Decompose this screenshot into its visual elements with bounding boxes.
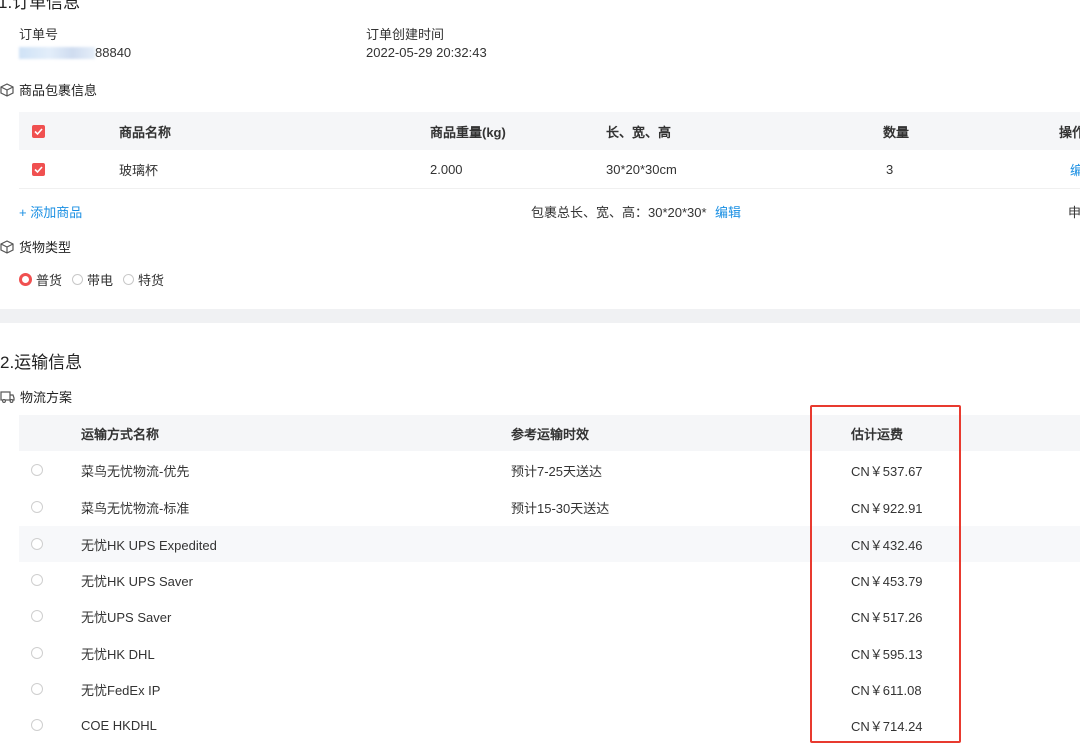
method-name: COE HKDHL	[81, 717, 157, 733]
product-table-header: 商品名称 商品重量(kg) 长、宽、高 数量 操作	[19, 112, 1080, 150]
method-name: 菜鸟无忧物流-标准	[81, 500, 190, 516]
product-qty: 3	[886, 161, 894, 177]
cargo-heading: 货物类型	[0, 237, 71, 256]
section-shipping-title: 2.运输信息	[0, 353, 83, 372]
cargo-option-label: 普货	[36, 273, 63, 288]
package-total-dims: 包裹总长、宽、高：30*20*30*	[531, 205, 707, 220]
product-name: 玻璃杯	[119, 162, 159, 178]
radio-icon[interactable]	[31, 610, 43, 622]
col-transit-time: 参考运输时效	[511, 426, 590, 442]
product-weight: 2.000	[430, 161, 463, 177]
radio-icon	[72, 274, 84, 285]
col-product-qty: 数量	[883, 124, 910, 140]
add-product-link[interactable]: + 添加商品	[19, 202, 82, 221]
method-name: 无忧HK UPS Saver	[81, 573, 193, 589]
cargo-option-label: 带电	[87, 273, 114, 288]
product-dims: 30*20*30cm	[606, 161, 677, 177]
product-table: 商品名称 商品重量(kg) 长、宽、高 数量 操作 玻璃杯 2.000 30*2…	[19, 112, 1080, 189]
radio-icon[interactable]	[31, 719, 43, 731]
radio-icon[interactable]	[31, 647, 43, 659]
col-product-weight: 商品重量(kg)	[430, 124, 506, 140]
package-dims-edit-link[interactable]: 编辑	[715, 202, 741, 221]
radio-icon[interactable]	[31, 464, 43, 476]
order-number-value[interactable]: 88840	[19, 45, 131, 60]
logistics-heading: 物流方案	[0, 387, 72, 406]
cargo-option-label: 特货	[138, 273, 165, 288]
method-name: 无忧FedEx IP	[81, 682, 161, 698]
method-name: 无忧HK DHL	[81, 646, 155, 662]
cargo-type-radio-group: 普货 带电 特货	[19, 270, 164, 289]
cargo-option-general[interactable]: 普货	[19, 270, 62, 289]
box-icon	[0, 82, 14, 97]
col-product-action: 操作	[1059, 124, 1080, 140]
order-number-text: 88840	[95, 45, 132, 60]
method-name: 菜鸟无忧物流-优先	[81, 463, 190, 479]
order-created-label: 订单创建时间	[366, 27, 445, 42]
select-all-checkbox[interactable]	[32, 112, 45, 150]
redacted-block	[19, 46, 95, 59]
order-created-value: 2022-05-29 20:32:43	[366, 45, 487, 60]
radio-icon	[123, 274, 135, 285]
method-name: 无忧HK UPS Expedited	[81, 537, 217, 553]
radio-selected-icon	[19, 273, 32, 286]
method-name: 无忧UPS Saver	[81, 609, 172, 625]
declare-link[interactable]: 申	[1068, 202, 1080, 221]
package-heading: 商品包裹信息	[0, 80, 97, 99]
box-icon	[0, 239, 14, 254]
radio-icon[interactable]	[31, 683, 43, 695]
section-order-title: 1.订单信息	[0, 0, 81, 12]
col-product-dims: 长、宽、高	[606, 124, 672, 140]
package-heading-text: 商品包裹信息	[19, 83, 98, 98]
col-method-name: 运输方式名称	[81, 426, 160, 442]
row-checkbox[interactable]	[32, 150, 45, 188]
radio-icon[interactable]	[31, 574, 43, 586]
truck-icon	[0, 390, 15, 404]
transit-time: 预计15-30天送达	[511, 500, 610, 516]
fee-highlight-box	[810, 405, 961, 743]
logistics-heading-text: 物流方案	[20, 390, 73, 405]
col-product-name: 商品名称	[119, 124, 172, 140]
section-divider	[0, 309, 1080, 323]
transit-time: 预计7-25天送达	[511, 463, 603, 479]
product-edit-link[interactable]: 编辑	[1070, 150, 1080, 188]
order-number-label: 订单号	[19, 27, 59, 42]
cargo-option-special[interactable]: 特货	[123, 270, 164, 289]
radio-icon[interactable]	[31, 501, 43, 513]
cargo-heading-text: 货物类型	[19, 240, 72, 255]
table-row: 玻璃杯 2.000 30*20*30cm 3 编辑	[19, 150, 1080, 189]
radio-icon[interactable]	[31, 538, 43, 550]
cargo-option-battery[interactable]: 带电	[72, 270, 113, 289]
